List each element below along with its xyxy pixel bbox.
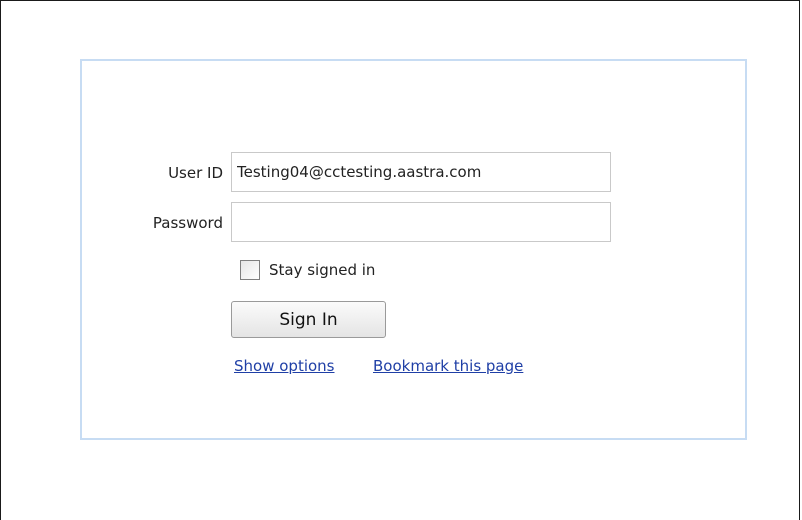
user-id-input[interactable] [231, 152, 611, 192]
show-options-link[interactable]: Show options [234, 357, 335, 375]
user-id-label: User ID [168, 164, 223, 182]
stay-signed-in-checkbox[interactable] [240, 260, 260, 280]
stay-signed-in-label[interactable]: Stay signed in [269, 261, 375, 279]
password-label: Password [152, 214, 223, 232]
sign-in-button[interactable]: Sign In [231, 301, 386, 338]
bookmark-page-link[interactable]: Bookmark this page [373, 357, 523, 375]
password-input[interactable] [231, 202, 611, 242]
login-panel [80, 59, 747, 440]
